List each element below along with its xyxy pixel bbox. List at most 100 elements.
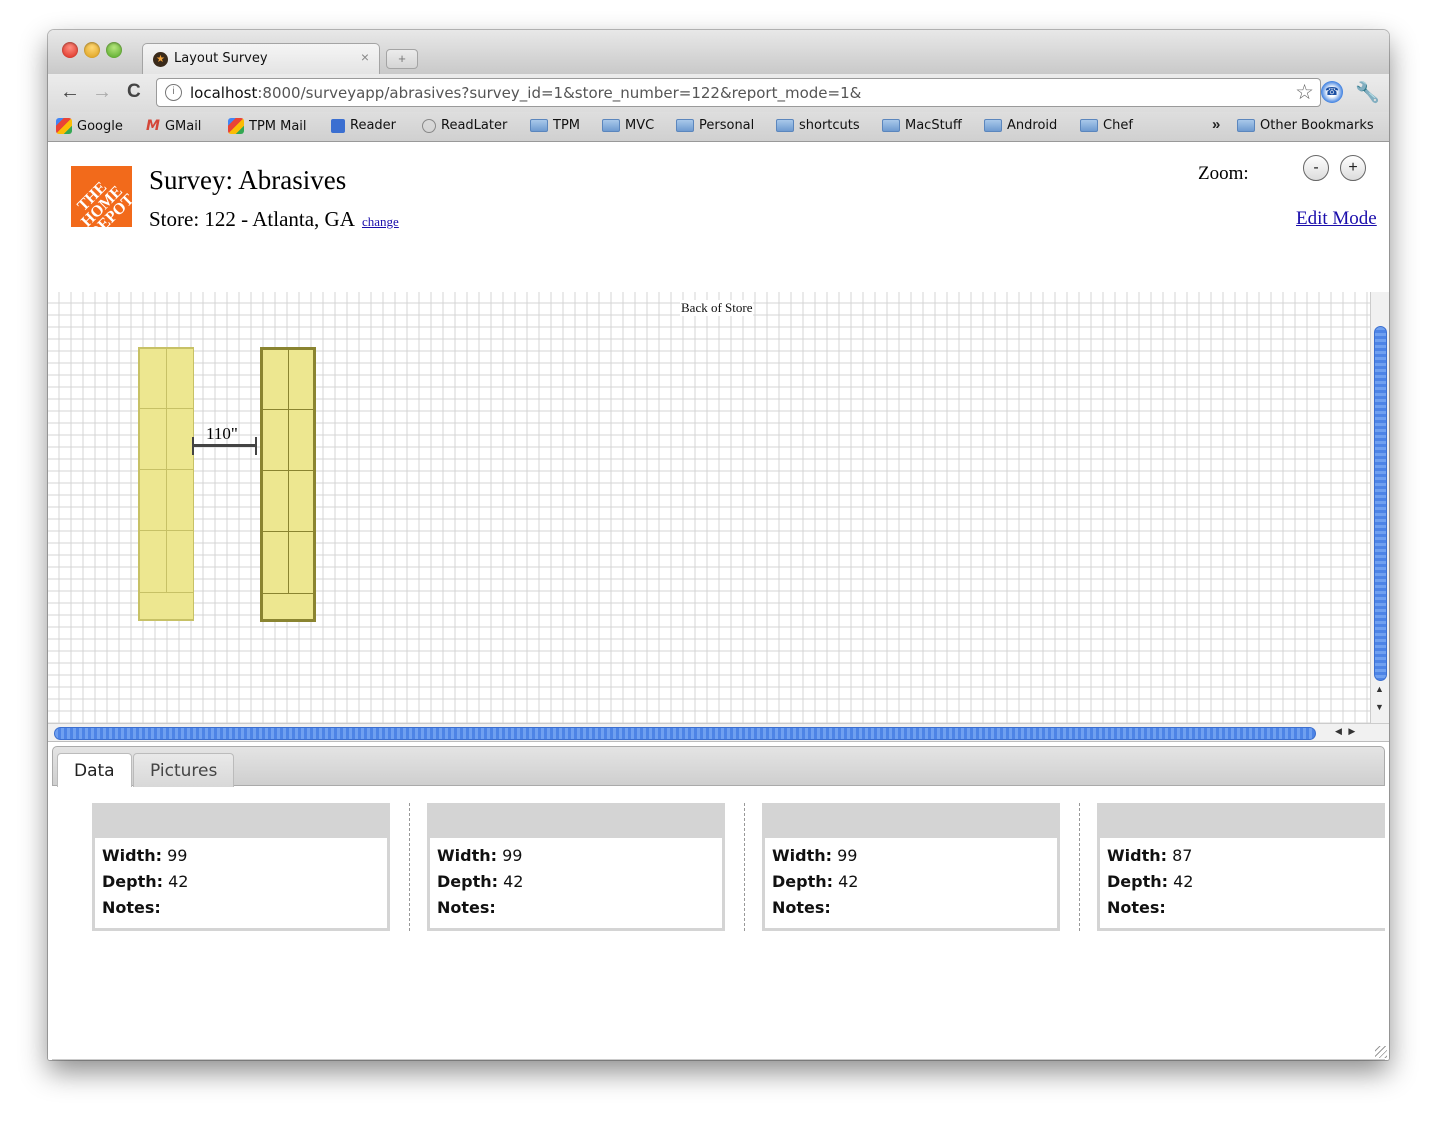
bookmark-star-icon[interactable]: ☆ <box>1295 80 1314 105</box>
zoom-window-button[interactable] <box>106 42 122 58</box>
bookmark-readlater[interactable]: ReadLater <box>422 118 507 133</box>
close-window-button[interactable] <box>62 42 78 58</box>
reload-button[interactable]: C <box>127 82 141 102</box>
folder-icon <box>984 119 1002 132</box>
horizontal-scroll-thumb[interactable] <box>54 727 1316 740</box>
cards-horizontal-scrollbar[interactable]: ◀ ▶ <box>52 1059 1385 1060</box>
shelf-bay <box>288 531 314 594</box>
bookmark-label: TPM Mail <box>249 118 307 134</box>
tab-pictures[interactable]: Pictures <box>133 753 235 787</box>
bookmark-label: Reader <box>350 118 397 133</box>
back-of-store-label: Back of Store <box>680 300 754 316</box>
folder-icon <box>776 119 794 132</box>
bookmark-folder-android[interactable]: Android <box>984 118 1057 133</box>
address-bar[interactable]: i localhost:8000/surveyapp/abrasives?sur… <box>156 78 1321 107</box>
detail-tabs: Data Pictures <box>52 746 1385 787</box>
depth-label: Depth: <box>772 872 834 891</box>
canvas-vertical-scrollbar[interactable]: ▲ ▼ <box>1370 292 1389 723</box>
home-depot-logo: THE HOME DEPOT <box>71 166 132 227</box>
bookmark-gmail[interactable]: M GMail <box>146 118 201 134</box>
other-bookmarks[interactable]: Other Bookmarks <box>1237 118 1374 133</box>
folder-icon <box>882 119 900 132</box>
wrench-icon[interactable]: 🔧 <box>1355 80 1380 105</box>
card-header <box>765 806 1057 838</box>
width-label: Width: <box>772 846 833 865</box>
url-path: :8000/surveyapp/abrasives?survey_id=1&st… <box>257 84 862 102</box>
forward-button[interactable]: → <box>92 82 112 102</box>
shelf-data-card[interactable]: Width: 99 Depth: 42 Notes: <box>427 803 725 931</box>
shelf-unit[interactable] <box>138 347 194 621</box>
folder-icon <box>530 119 548 132</box>
shelf-bay <box>262 349 289 410</box>
width-row: Width: 99 <box>102 843 387 869</box>
page-info-icon[interactable]: i <box>165 84 182 101</box>
back-button[interactable]: ← <box>60 82 80 102</box>
depth-row: Depth: 42 <box>437 869 722 895</box>
bookmark-folder-chef[interactable]: Chef <box>1080 118 1133 133</box>
depth-row: Depth: 42 <box>772 869 1057 895</box>
store-label: Store: 122 - Atlanta, GA <box>149 207 354 231</box>
url-host: localhost <box>190 84 258 102</box>
notes-row: Notes: <box>772 895 1057 921</box>
bookmark-folder-shortcuts[interactable]: shortcuts <box>776 118 860 133</box>
zoom-out-button[interactable]: - <box>1303 155 1329 181</box>
minimize-window-button[interactable] <box>84 42 100 58</box>
bookmark-reader[interactable]: Reader <box>331 118 396 133</box>
bookmark-label: Android <box>1007 118 1058 133</box>
tab-data[interactable]: Data <box>57 753 132 787</box>
width-row: Width: 99 <box>772 843 1057 869</box>
bookmark-google[interactable]: Google <box>56 118 123 134</box>
layout-canvas[interactable]: Back of Store 110" <box>48 292 1370 723</box>
scroll-down-icon[interactable]: ▼ <box>1375 702 1384 712</box>
shelf-bay <box>139 469 167 531</box>
bookmark-folder-mvc[interactable]: MVC <box>602 118 654 133</box>
bookmarks-overflow-button[interactable]: » <box>1212 116 1220 133</box>
width-label: Width: <box>437 846 498 865</box>
resize-grip-icon[interactable] <box>1375 1046 1387 1058</box>
depth-value: 42 <box>1173 872 1194 891</box>
zoom-in-button[interactable]: + <box>1340 155 1366 181</box>
bookmark-folder-personal[interactable]: Personal <box>676 118 754 133</box>
dimension-tick <box>192 437 194 455</box>
scroll-up-icon[interactable]: ▲ <box>1375 684 1384 694</box>
google-icon <box>56 118 72 134</box>
bookmark-tpm-mail[interactable]: TPM Mail <box>228 118 307 134</box>
bookmark-label: GMail <box>164 118 202 134</box>
shelf-data-card[interactable]: Width: 99 Depth: 42 Notes: <box>762 803 1060 931</box>
browser-toolbar: ← → C i localhost:8000/surveyapp/abrasiv… <box>48 74 1389 112</box>
width-value: 99 <box>502 846 523 865</box>
notes-label: Notes: <box>772 898 831 917</box>
canvas-horizontal-scrollbar[interactable]: ◀ ▶ <box>48 723 1389 742</box>
shelf-bay <box>262 409 289 471</box>
shelf-bay <box>288 470 314 532</box>
bookmark-folder-macstuff[interactable]: MacStuff <box>882 118 962 133</box>
vertical-scroll-thumb[interactable] <box>1374 326 1387 681</box>
edit-mode-link[interactable]: Edit Mode <box>1296 208 1377 230</box>
data-cards: Width: 99 Depth: 42 Notes: Width: 99 Dep… <box>48 803 1385 933</box>
dimension-tick <box>255 437 257 455</box>
bookmark-label: ReadLater <box>441 118 508 133</box>
bookmark-label: Google <box>77 118 123 134</box>
notes-label: Notes: <box>102 898 161 917</box>
card-divider <box>744 803 745 931</box>
aisle-dimension-label: 110" <box>206 424 238 443</box>
bookmark-label: MacStuff <box>905 118 962 133</box>
shelf-bay <box>166 408 194 470</box>
scroll-arrows-icon[interactable]: ◀ ▶ <box>1335 726 1357 737</box>
shelf-data-card[interactable]: Width: 87 Depth: 42 Notes: <box>1097 803 1385 931</box>
shelf-endcap <box>139 592 194 620</box>
extension-icon[interactable]: ☎ <box>1321 81 1343 103</box>
width-value: 99 <box>837 846 858 865</box>
shelf-data-card[interactable]: Width: 99 Depth: 42 Notes: <box>92 803 390 931</box>
card-divider <box>409 803 410 931</box>
change-store-link[interactable]: change <box>362 214 399 229</box>
browser-tab[interactable]: ★ Layout Survey × <box>142 43 380 74</box>
card-header <box>95 806 387 838</box>
shelf-bay <box>139 348 167 409</box>
shelf-bay <box>262 531 289 594</box>
bookmark-label: TPM <box>553 118 580 133</box>
close-tab-icon[interactable]: × <box>361 49 369 65</box>
new-tab-button[interactable]: + <box>386 49 418 69</box>
bookmark-folder-tpm[interactable]: TPM <box>530 118 580 133</box>
shelf-unit-selected[interactable] <box>260 347 316 622</box>
